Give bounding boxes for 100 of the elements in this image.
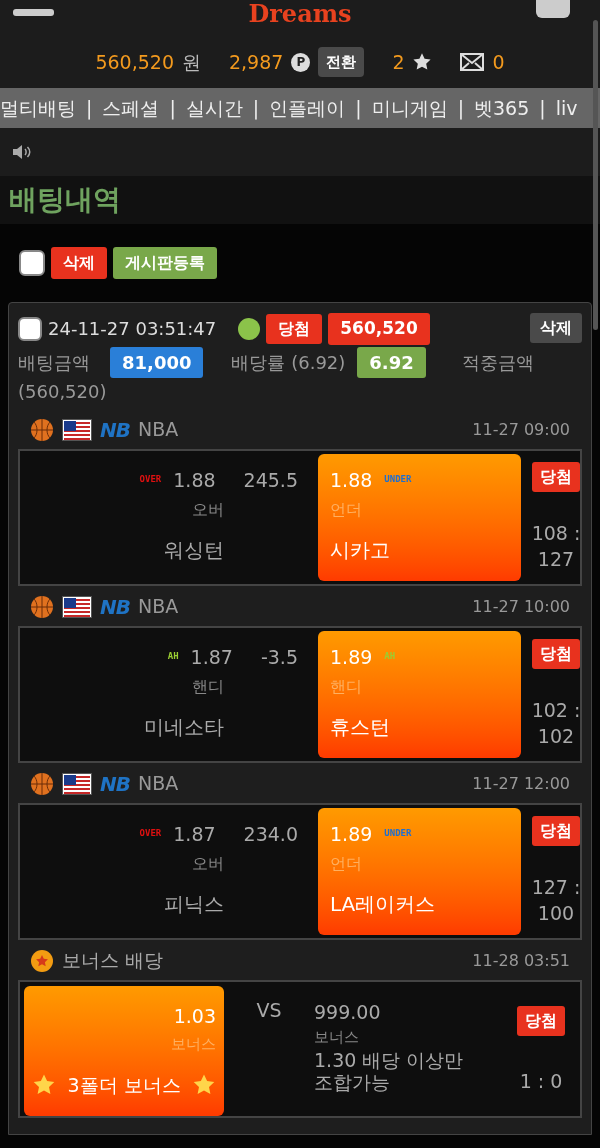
speaker-icon[interactable]	[12, 144, 32, 160]
payout-badge: 560,520	[328, 313, 430, 345]
market-label: 핸디	[330, 676, 362, 699]
post-button[interactable]: 게시판등록	[113, 247, 217, 279]
win-amount-label: 적중금액	[461, 350, 534, 375]
points-amount: 2,987	[229, 49, 284, 75]
league-name: NBA	[138, 417, 179, 443]
flag-icon	[62, 418, 92, 441]
score: 108 : 127	[530, 521, 582, 572]
envelope-icon[interactable]	[460, 53, 485, 71]
messages-count: 0	[492, 49, 505, 75]
nav-separator: |	[355, 95, 362, 122]
odds-label: 배당률 (6.92)	[231, 350, 346, 375]
odds-value: 999.00	[314, 999, 381, 1025]
selected-pick[interactable]: 1.89 UNDER 언더 LA레이커스	[318, 807, 521, 935]
market-label: 보너스	[171, 1034, 216, 1056]
market-label: 언더	[330, 853, 362, 876]
league-logo: NB	[100, 770, 130, 798]
points-badge: P	[291, 52, 311, 72]
league-logo: NB	[100, 593, 130, 621]
market-label: 언더	[330, 499, 362, 522]
bonus-note: 1.30 배당 이상만 조합가능	[314, 1048, 465, 1095]
line-value: 245.5	[243, 467, 298, 493]
nav-link[interactable]: 벳365	[474, 93, 530, 123]
league-logo: NB	[100, 416, 130, 444]
market-label: 오버	[192, 853, 224, 876]
bet-amount: 81,000	[110, 346, 204, 378]
team-name: 피닉스	[164, 890, 224, 918]
selected-pick[interactable]: 1.88 UNDER 언더 시카고	[318, 453, 521, 581]
nav-separator: |	[169, 95, 176, 122]
score: 1 : 0	[519, 1069, 563, 1094]
basketball-icon	[30, 594, 54, 619]
market-tag: UNDER	[384, 473, 412, 487]
nav-separator: |	[252, 95, 260, 122]
delete-button[interactable]: 삭제	[530, 313, 582, 343]
pick-option[interactable]: 999.00 보너스 1.30 배당 이상만 조합가능	[314, 985, 506, 1116]
market-tag: AH	[384, 650, 396, 664]
match-time: 11-28 03:51	[472, 949, 570, 972]
team-name: LA레이커스	[330, 890, 436, 918]
line-value: -3.5	[260, 644, 298, 670]
league-name: NBA	[138, 771, 179, 797]
pick-option[interactable]: AH 1.87 -3.5 핸디 미네소타	[22, 630, 310, 758]
selected-pick[interactable]: 1.03 보너스 3폴더 보너스	[24, 985, 224, 1116]
balance-amount: 560,520	[95, 49, 174, 75]
selected-pick[interactable]: 1.89 AH 핸디 휴스턴	[318, 630, 521, 758]
odds-value: 1.89	[330, 644, 373, 670]
nav-link[interactable]: 인플레이	[269, 93, 346, 123]
currency-label: 원	[182, 49, 201, 75]
stars-count: 2	[392, 49, 405, 75]
checkbox[interactable]	[18, 316, 42, 341]
nav-separator: |	[457, 95, 465, 122]
versus-label: VS	[255, 998, 283, 1024]
basketball-icon	[30, 417, 54, 442]
basketball-icon	[30, 771, 54, 796]
delete-button[interactable]: 삭제	[51, 247, 107, 279]
pick-option[interactable]: OVER 1.87 234.0 오버 피닉스	[22, 807, 310, 935]
market-label: 보너스	[314, 1027, 359, 1048]
result-button[interactable]: 당첨	[532, 461, 580, 492]
result-button[interactable]: 당첨	[532, 815, 580, 846]
odds-value: 1.88	[330, 467, 373, 493]
nav-link[interactable]: 미니게임	[371, 93, 448, 123]
bet-amount-label: 배팅금액	[18, 350, 90, 375]
market-label: 핸디	[192, 676, 224, 699]
team-name: 미네소타	[144, 713, 224, 741]
market-tag: UNDER	[384, 827, 412, 841]
team-name: 휴스턴	[330, 713, 390, 741]
nav-link[interactable]: 멀티배팅	[0, 93, 76, 123]
odds-value: 1.87	[190, 644, 233, 670]
result-button[interactable]: 당첨	[532, 638, 580, 669]
odds-value: 1.87	[173, 821, 216, 847]
score: 102 : 102	[530, 698, 582, 749]
flag-icon	[62, 772, 92, 795]
convert-button[interactable]: 전환	[318, 46, 365, 78]
star-badge-icon	[30, 948, 54, 973]
team-name: 시카고	[330, 536, 390, 564]
odds-value: 1.89	[330, 821, 373, 847]
nav-link[interactable]: 실시간	[185, 93, 243, 123]
square-icon[interactable]	[536, 0, 570, 18]
league-name: NBA	[138, 594, 179, 620]
pick-option[interactable]: OVER 1.88 245.5 오버 워싱턴	[22, 453, 310, 581]
nav-link[interactable]: 스페셜	[102, 93, 160, 123]
bonus-title: 보너스 배당	[62, 948, 164, 974]
site-logo: Dreams	[248, 0, 352, 28]
star-icon	[412, 52, 433, 72]
odds-badge: 6.92	[357, 346, 426, 378]
match-time: 11-27 12:00	[472, 772, 570, 795]
win-amount: (560,520)	[18, 379, 108, 404]
nav-link[interactable]: liv	[555, 93, 578, 123]
score: 127 : 100	[530, 875, 582, 926]
market-tag: OVER	[139, 473, 162, 487]
match-time: 11-27 09:00	[472, 418, 570, 441]
bet-datetime: 24-11-27 03:51:47	[48, 317, 217, 342]
checkbox[interactable]	[19, 250, 45, 276]
flag-icon	[62, 595, 92, 618]
nav-separator: |	[539, 95, 546, 122]
result-button[interactable]: 당첨	[517, 1005, 565, 1036]
nav-separator: |	[86, 95, 93, 122]
market-tag: AH	[167, 650, 179, 664]
match-time: 11-27 10:00	[472, 595, 570, 618]
page-title: 배팅내역	[9, 182, 121, 218]
